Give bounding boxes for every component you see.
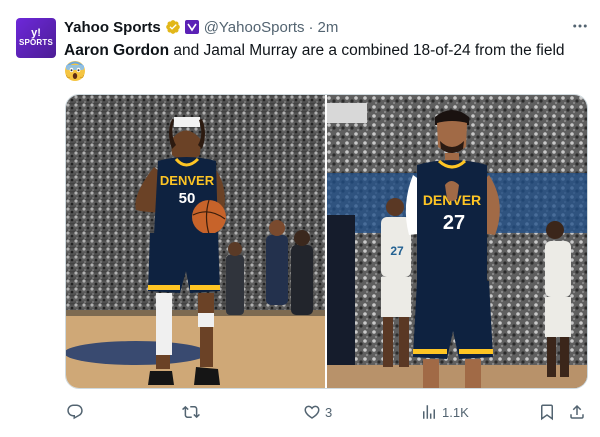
affiliate-badge-icon[interactable]	[184, 20, 199, 34]
avatar-logo-y: y!	[31, 27, 41, 39]
reply-button[interactable]	[66, 403, 88, 421]
like-button[interactable]: 3	[303, 403, 332, 421]
jersey-number-left: 50	[179, 190, 196, 207]
display-name[interactable]: Yahoo Sports	[64, 19, 161, 36]
media-grid[interactable]: DENVER 50 27 27	[65, 94, 588, 389]
share-icon	[570, 404, 584, 419]
photo-aaron-gordon[interactable]: DENVER 50	[66, 95, 327, 388]
views-button[interactable]: 1.1K	[420, 403, 469, 421]
retweet-icon	[182, 405, 200, 419]
like-count: 3	[325, 404, 333, 420]
verified-badge-icon[interactable]	[165, 19, 181, 35]
views-count: 1.1K	[442, 404, 469, 420]
photo-jamal-murray[interactable]: 27 DENVER 27	[327, 95, 587, 388]
avatar-logo-sports: SPORTS	[18, 38, 54, 47]
heart-icon	[304, 405, 320, 419]
mention-aaron-gordon: Aaron Gordon	[64, 42, 170, 59]
tweet-text-body: and Jamal Murray are a combined 18-of-24…	[169, 42, 565, 59]
separator-dot: ·	[308, 18, 314, 36]
tweet-header: Yahoo Sports @YahooSports · 2m	[64, 16, 584, 38]
reply-icon	[67, 404, 83, 420]
avatar[interactable]: y! SPORTS	[16, 18, 56, 58]
jersey-team-left: DENVER	[160, 173, 215, 188]
opponent-jersey-number: 27	[390, 244, 404, 258]
more-options-icon[interactable]	[568, 14, 592, 38]
tweet-actions-bar: 3 1.1K	[64, 400, 588, 424]
timestamp[interactable]: 2m	[318, 19, 339, 36]
retweet-button[interactable]	[182, 403, 204, 421]
jersey-number-right: 27	[443, 212, 465, 234]
analytics-icon	[423, 405, 435, 419]
bookmark-button[interactable]	[538, 403, 556, 421]
share-button[interactable]	[568, 403, 586, 421]
face-screaming-in-fear-emoji-icon	[64, 60, 86, 82]
tweet-text: Aaron Gordon and Jamal Murray are a comb…	[64, 40, 584, 62]
handle[interactable]: @YahooSports	[204, 19, 305, 36]
bookmark-icon	[541, 404, 553, 421]
